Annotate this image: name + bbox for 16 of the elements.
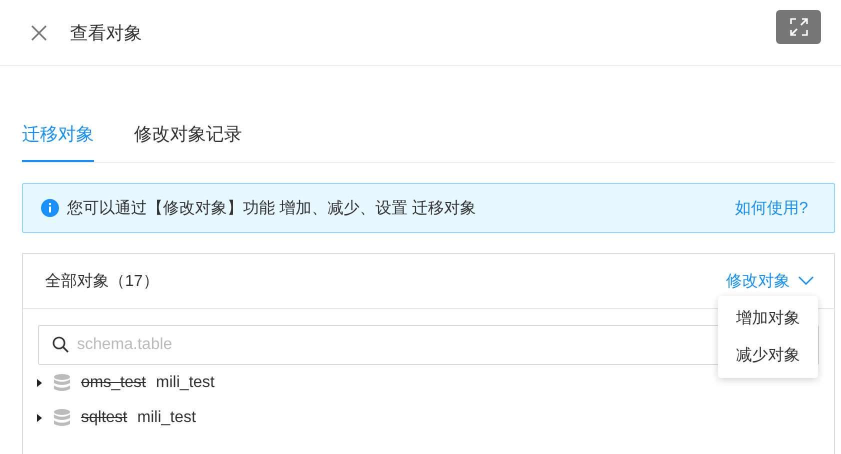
tab[interactable]: 修改对象记录 (134, 110, 242, 162)
database-icon (53, 372, 71, 392)
info-icon (41, 199, 59, 217)
source-name: sqltest (81, 408, 128, 426)
database-icon (53, 408, 71, 428)
alert-message: 您可以通过【修改对象】功能 增加、减少、设置 迁移对象 (67, 198, 477, 218)
fullscreen-button[interactable] (776, 10, 821, 44)
source-name: oms_test (81, 374, 146, 392)
target-name: mili_test (137, 408, 196, 426)
target-name: mili_test (156, 374, 215, 392)
dialog-title: 查看对象 (70, 22, 143, 44)
caret-right-icon[interactable] (35, 378, 43, 388)
caret-right-icon[interactable] (35, 412, 43, 422)
chevron-down-icon (798, 276, 814, 286)
expand-icon (790, 18, 808, 36)
panel-title: 全部对象（17） (45, 272, 160, 292)
